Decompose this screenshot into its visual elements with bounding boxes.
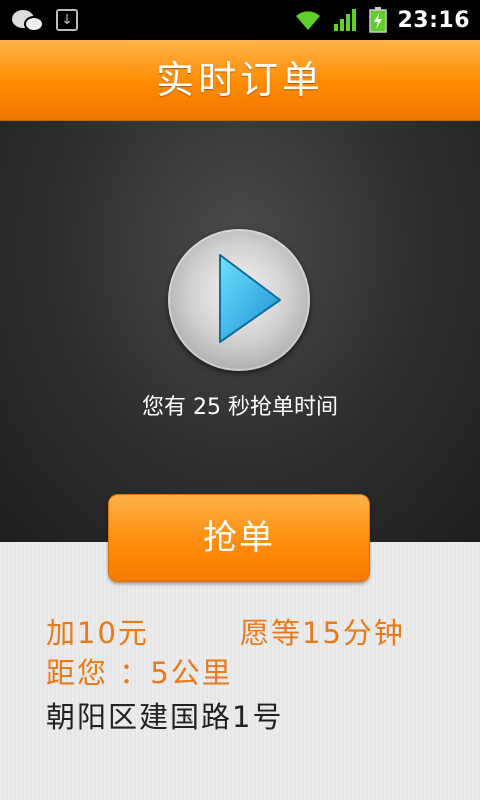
signal-icon — [334, 9, 357, 31]
play-icon — [219, 254, 281, 343]
countdown-text: 您有 25 秒抢单时间 — [142, 395, 338, 420]
grab-order-button[interactable]: 抢单 — [108, 494, 370, 582]
wifi-icon — [296, 11, 321, 30]
order-alert-panel: 您有 25 秒抢单时间 — [0, 121, 480, 542]
wechat-icon — [10, 6, 46, 34]
address-text: 朝阳区建国路1号 — [46, 700, 284, 734]
clock: 23:16 — [397, 7, 470, 33]
wait-time-text: 愿等15分钟 — [240, 616, 405, 650]
page-title: 实时订单 — [155, 58, 324, 102]
bonus-text: 加10元 — [46, 616, 149, 650]
title-bar: 实时订单 — [0, 40, 480, 121]
play-button[interactable] — [168, 229, 310, 371]
download-icon: ↓ — [56, 9, 78, 31]
battery-icon — [369, 7, 388, 33]
distance-text: 距您 ：5公里 — [46, 656, 233, 690]
status-bar: ↓ 23:16 — [0, 0, 480, 40]
